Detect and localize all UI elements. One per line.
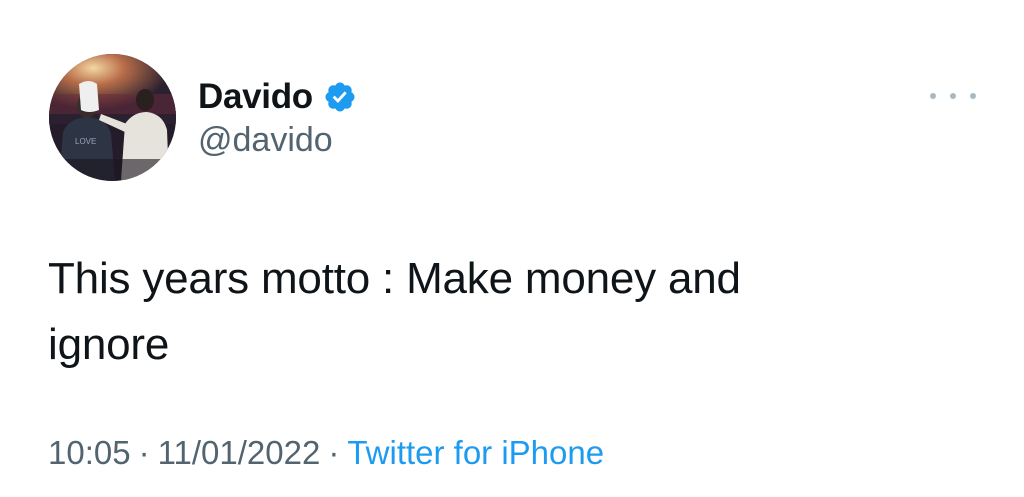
more-dot (970, 93, 976, 99)
tweet-date[interactable]: 11/01/2022 (158, 434, 321, 471)
tweet-text-line: ignore (48, 320, 170, 369)
display-name[interactable]: Davido (198, 77, 313, 117)
verified-badge-icon (323, 80, 357, 114)
author-name-row[interactable]: Davido (198, 76, 357, 118)
tweet-text-line: This years motto : Make money and (48, 254, 741, 303)
tweet-card: LOVE Davido @davido This years motto : M… (0, 0, 1024, 497)
tweet-meta: 10:05 · 11/01/2022 · Twitter for iPhone (48, 434, 604, 472)
svg-text:LOVE: LOVE (75, 137, 96, 146)
meta-separator: · (138, 434, 150, 471)
more-options-icon[interactable] (930, 86, 976, 106)
more-dot (930, 93, 936, 99)
tweet-text: This years motto : Make money and ignore (48, 246, 948, 378)
avatar[interactable]: LOVE (49, 54, 176, 181)
tweet-time[interactable]: 10:05 (48, 434, 131, 471)
tweet-source-link[interactable]: Twitter for iPhone (347, 434, 604, 471)
meta-separator: · (328, 434, 340, 471)
user-handle[interactable]: @davido (198, 121, 333, 160)
more-dot (950, 93, 956, 99)
